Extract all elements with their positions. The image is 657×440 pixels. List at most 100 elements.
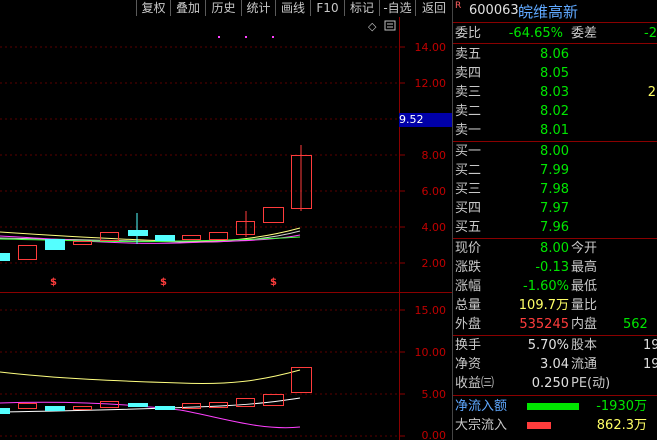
stat-label: 总量 [455, 298, 482, 313]
fund-label: 收益㈢ [455, 376, 495, 391]
candle [73, 241, 92, 245]
fund-value: 19 [643, 338, 657, 353]
bid-row[interactable]: 买三 7.98 [453, 180, 657, 199]
axis-label-upper: 12.00 [415, 77, 447, 90]
weibi-value: -64.65% [508, 26, 563, 41]
ask-row[interactable]: 卖三 8.03 2 [453, 83, 657, 102]
ask-price: 8.01 [540, 123, 569, 138]
bid-row[interactable]: 买四 7.97 [453, 199, 657, 218]
candle [100, 232, 119, 241]
fund-value: 5.70% [527, 338, 569, 353]
divider [453, 22, 657, 23]
bid-row[interactable]: 买五 7.96 [453, 218, 657, 237]
stat-label: 今开 [571, 241, 598, 256]
flow-row: 大宗流入 862.3万 [453, 416, 657, 435]
ask-price: 8.05 [540, 66, 569, 81]
candle [182, 235, 201, 240]
bid-price: 7.99 [540, 163, 569, 178]
restore-rights-button[interactable]: 复权 [136, 0, 170, 16]
flow-label: 大宗流入 [455, 418, 508, 433]
bid-label: 买一 [455, 144, 482, 159]
weibi-row: 委比 -64.65% 委差 -2 [453, 24, 657, 43]
ask-price: 8.02 [540, 104, 569, 119]
stat-row: 现价 8.00 今开 [453, 239, 657, 258]
stat-value: -1.60% [523, 279, 569, 294]
stat-label: 涨跌 [455, 260, 482, 275]
bid-label: 买五 [455, 220, 482, 235]
axis-label-upper: 14.00 [415, 41, 447, 54]
candle [263, 207, 284, 223]
divider [453, 43, 657, 44]
ask-label: 卖三 [455, 85, 482, 100]
candle [155, 235, 175, 241]
stat-label: 外盘 [455, 317, 482, 332]
axis-label-lower: 0.00 [422, 429, 447, 440]
ask-price: 8.03 [540, 85, 569, 100]
axis-label-lower: 5.00 [422, 388, 447, 401]
bid-price: 7.96 [540, 220, 569, 235]
ask-price: 8.06 [540, 47, 569, 62]
stat-label: 最高 [571, 260, 598, 275]
fund-value: 19 [643, 357, 657, 372]
candle [128, 230, 148, 236]
fund-label: 流通 [571, 357, 598, 372]
stat-value: 109.7万 [518, 298, 569, 313]
divider [453, 395, 657, 396]
volume-bars [0, 367, 312, 414]
fund-label: PE(动) [571, 376, 611, 391]
bid-price: 8.00 [540, 144, 569, 159]
weicha-label: 委差 [571, 26, 598, 41]
fund-value: 0.250 [531, 376, 569, 391]
bid-price: 7.98 [540, 182, 569, 197]
mark-button[interactable]: 标记 [344, 0, 379, 16]
menu-icon[interactable] [384, 20, 396, 31]
overlay-button[interactable]: 叠加 [170, 0, 205, 16]
statistics-button[interactable]: 统计 [241, 0, 275, 16]
bid-price: 7.97 [540, 201, 569, 216]
f10-button[interactable]: F10 [310, 0, 344, 16]
kline-chart[interactable]: 14.00 12.00 8.00 6.00 4.00 2.00 15.00 10… [0, 17, 452, 440]
signal-dots [218, 36, 274, 38]
flow-bar-red [527, 422, 551, 429]
ask-label: 卖五 [455, 47, 482, 62]
candle [209, 232, 228, 240]
ask-row[interactable]: 卖一 8.01 [453, 121, 657, 140]
dividend-marker[interactable]: $ [160, 277, 167, 288]
ask-label: 卖一 [455, 123, 482, 138]
flow-value: 862.3万 [596, 418, 647, 433]
ask-row[interactable]: 卖二 8.02 [453, 102, 657, 121]
bid-row[interactable]: 买一 8.00 [453, 142, 657, 161]
fund-row: 换手 5.70% 股本 19 [453, 336, 657, 355]
stat-value: -0.13 [535, 260, 569, 275]
stock-name[interactable]: 皖维高新 [518, 1, 578, 22]
stat-label: 内盘 [571, 317, 598, 332]
diamond-icon[interactable]: ◇ [368, 20, 377, 33]
dividend-marker[interactable]: $ [50, 277, 57, 288]
fund-row: 收益㈢ 0.250 PE(动) [453, 374, 657, 393]
axis-label-lower: 10.00 [415, 346, 447, 359]
fund-label: 净资 [455, 357, 482, 372]
dividend-marker[interactable]: $ [270, 277, 277, 288]
stat-row: 涨幅 -1.60% 最低 [453, 277, 657, 296]
stat-value: 562 [623, 317, 648, 332]
flow-value: -1930万 [596, 399, 647, 414]
r-badge: R [455, 1, 462, 11]
axis-label-upper: 2.00 [422, 257, 447, 270]
stat-row: 涨跌 -0.13 最高 [453, 258, 657, 277]
remove-watchlist-button[interactable]: -自选 [379, 0, 415, 16]
bid-row[interactable]: 买二 7.99 [453, 161, 657, 180]
back-button[interactable]: 返回 [415, 0, 452, 16]
stat-value: 535245 [519, 317, 569, 332]
bid-label: 买二 [455, 163, 482, 178]
draw-line-button[interactable]: 画线 [275, 0, 310, 16]
ask-row[interactable]: 卖五 8.06 [453, 45, 657, 64]
flow-label: 净流入额 [455, 399, 508, 414]
axis-label-upper: 6.00 [422, 185, 447, 198]
ask-volume: 2 [647, 85, 656, 100]
candle [0, 253, 10, 261]
history-button[interactable]: 历史 [205, 0, 241, 16]
fund-label: 股本 [571, 338, 598, 353]
weibi-label: 委比 [455, 26, 482, 41]
kline-chart-area[interactable]: 14.00 12.00 8.00 6.00 4.00 2.00 15.00 10… [0, 17, 452, 440]
ask-row[interactable]: 卖四 8.05 [453, 64, 657, 83]
